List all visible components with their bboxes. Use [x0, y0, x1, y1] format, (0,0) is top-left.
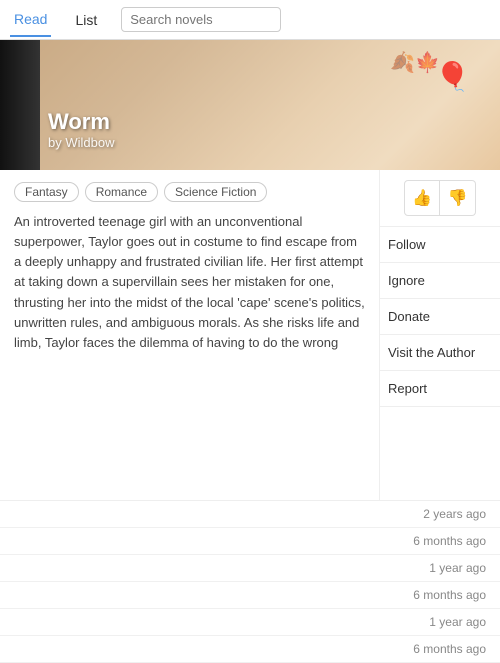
- tag-romance[interactable]: Romance: [85, 182, 158, 202]
- timestamp-row-5: 6 months ago: [0, 636, 500, 663]
- description-paragraph-1: An introverted teenage girl with an unco…: [14, 212, 365, 357]
- description-block: An introverted teenage girl with an unco…: [14, 212, 365, 357]
- book-title: Worm: [48, 109, 114, 135]
- timestamp-5: 6 months ago: [413, 642, 486, 656]
- timestamps-section: 2 years ago 6 months ago 1 year ago 6 mo…: [0, 500, 500, 663]
- ignore-button[interactable]: Ignore: [380, 263, 500, 299]
- dislike-button[interactable]: 👎: [440, 180, 476, 216]
- content-wrapper: Fantasy Romance Science Fiction An intro…: [0, 170, 500, 500]
- book-author: by Wildbow: [48, 135, 114, 150]
- donate-button[interactable]: Donate: [380, 299, 500, 335]
- tab-read[interactable]: Read: [10, 3, 51, 37]
- hero-banner: 🍂🍁 🎈 Worm by Wildbow: [0, 40, 500, 170]
- thumbs-down-icon: 👎: [448, 188, 468, 208]
- tag-science-fiction[interactable]: Science Fiction: [164, 182, 267, 202]
- tag-fantasy[interactable]: Fantasy: [14, 182, 79, 202]
- visit-author-button[interactable]: Visit the Author: [380, 335, 500, 371]
- sidebar: 👍 👎 Follow Ignore Donate Visit the Autho…: [380, 170, 500, 500]
- timestamp-3: 6 months ago: [413, 588, 486, 602]
- timestamp-2: 1 year ago: [429, 561, 486, 575]
- main-content: Fantasy Romance Science Fiction An intro…: [0, 170, 380, 500]
- timestamp-row-2: 1 year ago: [0, 555, 500, 582]
- follow-button[interactable]: Follow: [380, 227, 500, 263]
- book-cover: [0, 40, 40, 170]
- timestamp-row-1: 6 months ago: [0, 528, 500, 555]
- reaction-icons: 👍 👎: [380, 170, 500, 227]
- header: Read List: [0, 0, 500, 40]
- timestamp-row-0: 2 years ago: [0, 501, 500, 528]
- hero-title-area: Worm by Wildbow: [48, 109, 114, 150]
- like-button[interactable]: 👍: [404, 180, 440, 216]
- timestamp-0: 2 years ago: [423, 507, 486, 521]
- thumbs-up-icon: 👍: [412, 188, 432, 208]
- timestamp-row-4: 1 year ago: [0, 609, 500, 636]
- tab-list[interactable]: List: [71, 4, 101, 36]
- deco-leaves: 🍂🍁: [390, 50, 440, 75]
- timestamp-4: 1 year ago: [429, 615, 486, 629]
- deco-balloon: 🎈: [435, 60, 470, 93]
- search-input[interactable]: [121, 7, 281, 32]
- tags-container: Fantasy Romance Science Fiction: [14, 182, 365, 202]
- timestamp-1: 6 months ago: [413, 534, 486, 548]
- timestamp-row-3: 6 months ago: [0, 582, 500, 609]
- report-button[interactable]: Report: [380, 371, 500, 407]
